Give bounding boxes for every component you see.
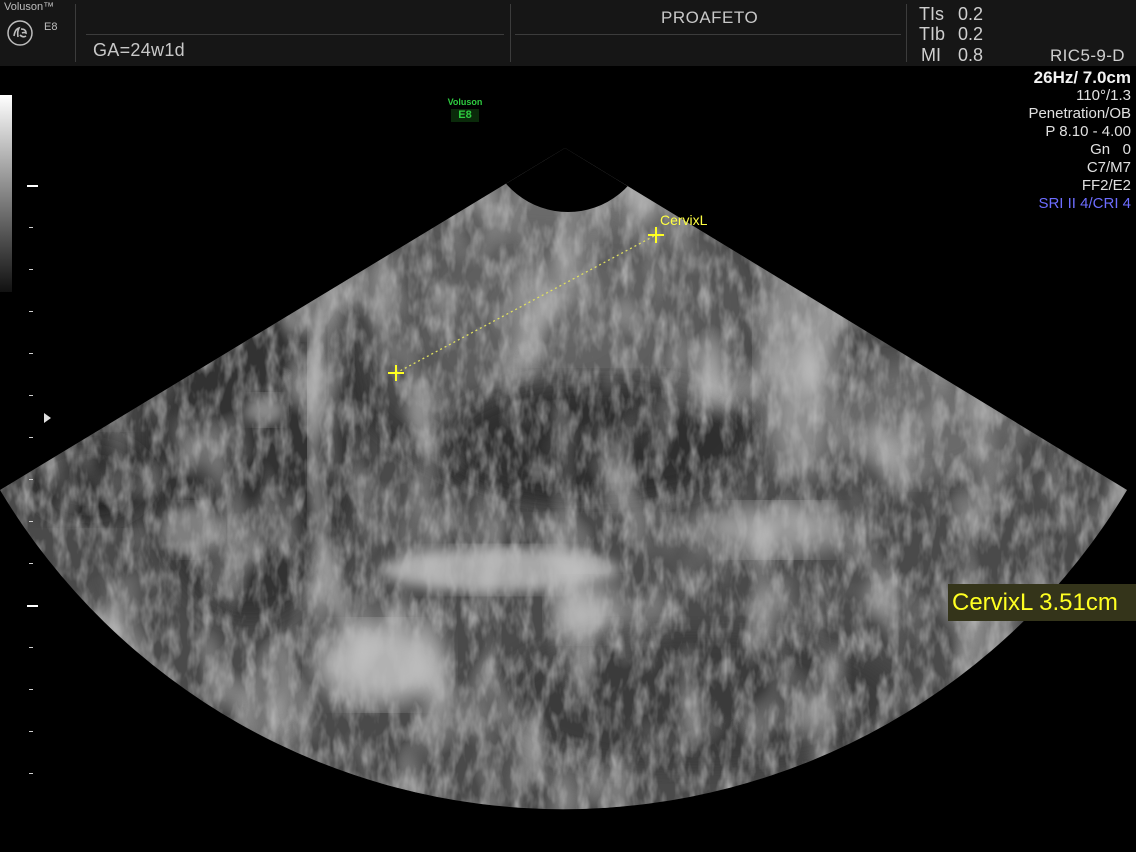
caliper-label: CervixL	[660, 212, 708, 228]
ultrasound-image	[0, 148, 1127, 810]
focus-marker-icon[interactable]	[44, 413, 51, 423]
badge-line2: E8	[451, 109, 479, 122]
preset: Penetration/OB	[1028, 105, 1131, 122]
sector-scan	[0, 148, 1127, 810]
frequency: FF2/E2	[1081, 177, 1131, 194]
gestational-age: GA=24w1d	[93, 40, 185, 60]
mi-label: MI	[921, 45, 941, 65]
acquisition-parameters: 26Hz/ 7.0cm 110°/1.3 Penetration/OB P 8.…	[1028, 69, 1131, 213]
angle-quality: 110°/1.3	[1076, 87, 1131, 104]
frame-rate-depth: 26Hz/ 7.0cm	[1033, 68, 1131, 87]
tib-value: 0.2	[958, 24, 984, 44]
tis-value: 0.2	[958, 4, 984, 24]
gain: Gn 0	[1090, 141, 1131, 158]
institution-name: PROAFETO	[661, 8, 759, 27]
probe-name: RIC5-9-D	[1050, 46, 1125, 65]
system-badge: Voluson E8	[445, 97, 485, 122]
mi-value: 0.8	[958, 45, 984, 65]
grey-map-bar	[0, 95, 12, 292]
brand-name: Voluson™	[4, 1, 55, 13]
tib-label: TIb	[919, 24, 946, 44]
power: P 8.10 - 4.00	[1045, 123, 1131, 140]
ultrasound-screen: Voluson™ E8 GA=24w1d PROAFETO TIs 0.2 TI…	[0, 0, 1136, 852]
sri-cri: SRI II 4/CRI 4	[1038, 195, 1131, 212]
brand-model: E8	[44, 21, 58, 33]
badge-line1: Voluson	[447, 97, 483, 107]
filters: C7/M7	[1086, 159, 1131, 176]
tis-label: TIs	[919, 4, 944, 24]
measurement-result[interactable]: CervixL 3.51cm	[948, 584, 1136, 621]
ge-logo-icon	[7, 20, 33, 46]
measurement-text: CervixL 3.51cm	[952, 588, 1118, 616]
header-bar: Voluson™ E8 GA=24w1d PROAFETO TIs 0.2 TI…	[0, 0, 1136, 66]
